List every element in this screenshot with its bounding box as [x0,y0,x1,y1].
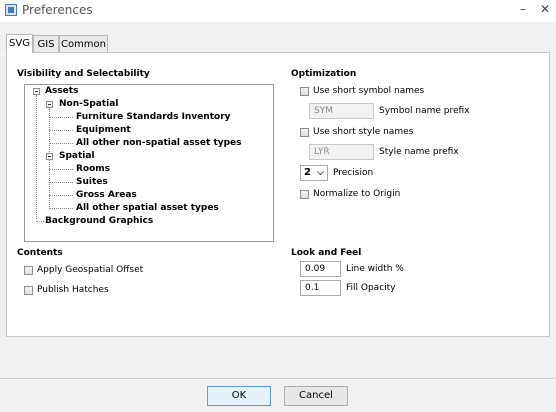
symbol-prefix-label: Symbol name prefix [379,106,470,116]
precision-label: Precision [333,168,374,178]
line-width-input[interactable]: 0.09 [300,261,341,277]
tree-item-other-non-spatial[interactable]: All other non-spatial asset types [76,138,242,148]
app-icon [5,4,17,16]
tree-item-spatial[interactable]: Spatial [59,151,95,161]
title-bar: Preferences – ✕ [0,0,556,22]
minimize-button[interactable]: – [520,2,526,16]
precision-select[interactable]: 2 ⌵ [300,165,328,181]
tab-svg[interactable]: SVG [6,34,33,53]
tree-item-equipment[interactable]: Equipment [76,125,131,135]
footer-divider [0,378,556,379]
tree-connector [49,143,73,144]
asset-tree[interactable]: Assets Non-Spatial Furniture Standards I… [24,84,274,242]
contents-section-title: Contents [17,248,63,258]
expand-non-spatial-icon[interactable] [46,101,53,108]
tree-item-furniture[interactable]: Furniture Standards Inventory [76,112,231,122]
chevron-down-icon: ⌵ [317,168,324,178]
expand-spatial-icon[interactable] [46,153,53,160]
tree-connector [49,108,50,156]
tree-item-assets[interactable]: Assets [45,86,78,96]
style-prefix-input[interactable]: LYR [309,144,374,160]
preferences-window: Preferences – ✕ SVG GIS Common Visibilit… [0,0,556,412]
tree-connector [36,95,37,219]
fill-opacity-input[interactable]: 0.1 [300,280,341,296]
tree-item-rooms[interactable]: Rooms [76,164,110,174]
cancel-button[interactable]: Cancel [284,386,348,406]
tree-item-other-spatial[interactable]: All other spatial asset types [76,203,219,213]
line-width-label: Line width % [346,264,404,274]
tree-connector [49,160,50,207]
fill-opacity-label: Fill Opacity [346,283,396,293]
symbol-prefix-input[interactable]: SYM [309,103,374,119]
tree-item-background-graphics[interactable]: Background Graphics [45,216,153,226]
tree-connector [49,169,73,170]
geospatial-offset-checkbox[interactable] [24,266,33,275]
tab-common[interactable]: Common [59,35,108,52]
geospatial-offset-label: Apply Geospatial Offset [37,265,144,275]
style-prefix-label: Style name prefix [379,147,459,157]
publish-hatches-label: Publish Hatches [37,285,109,295]
short-style-label: Use short style names [313,127,414,137]
tree-connector [49,195,73,196]
normalize-label: Normalize to Origin [313,189,401,199]
look-and-feel-section-title: Look and Feel [291,248,362,258]
precision-value: 2 [304,167,311,178]
tree-item-suites[interactable]: Suites [76,177,108,187]
tree-connector [36,221,44,222]
tree-connector [49,208,73,209]
normalize-checkbox[interactable] [300,190,309,199]
optimization-section-title: Optimization [291,69,357,79]
tree-item-non-spatial[interactable]: Non-Spatial [59,99,118,109]
expand-assets-icon[interactable] [33,88,40,95]
tree-connector [49,182,73,183]
tab-gis[interactable]: GIS [33,35,59,52]
visibility-section-title: Visibility and Selectability [17,69,150,79]
ok-button[interactable]: OK [207,386,271,406]
short-symbol-checkbox[interactable] [300,87,309,96]
publish-hatches-checkbox[interactable] [24,286,33,295]
tree-connector [49,117,73,118]
close-button[interactable]: ✕ [540,2,550,16]
short-symbol-label: Use short symbol names [313,86,425,96]
short-style-checkbox[interactable] [300,128,309,137]
tree-connector [49,130,73,131]
tree-item-gross-areas[interactable]: Gross Areas [76,190,137,200]
window-title: Preferences [22,3,93,17]
